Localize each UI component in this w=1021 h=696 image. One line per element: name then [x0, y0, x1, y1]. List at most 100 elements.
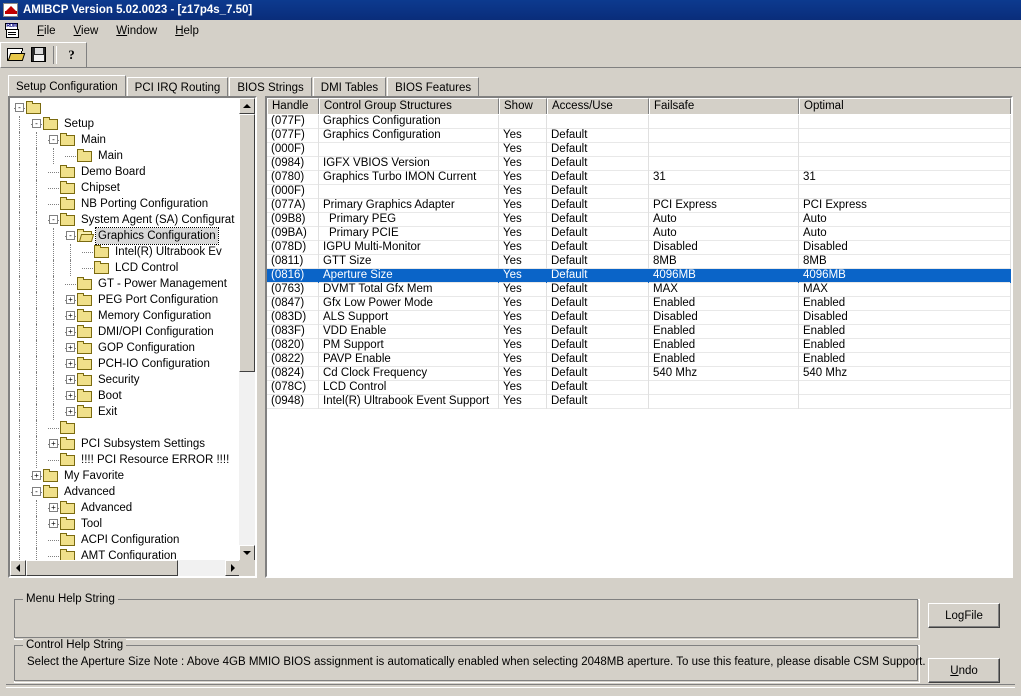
expand-icon[interactable]: +	[66, 311, 75, 320]
grid-column-header[interactable]: Control Group Structures	[319, 98, 499, 114]
tree-horizontal-scrollbar[interactable]	[10, 560, 241, 576]
tree-item[interactable]: LCD Control	[10, 260, 241, 276]
scroll-up-button[interactable]	[239, 98, 255, 114]
tree-item[interactable]: + DMI/OPI Configuration	[10, 324, 241, 340]
tree-item[interactable]: + My Favorite	[10, 468, 241, 484]
grid-column-header[interactable]: Failsafe	[649, 98, 799, 114]
tab-bios-features[interactable]: BIOS Features	[387, 77, 480, 96]
tree-item[interactable]: -	[10, 100, 241, 116]
logfile-button[interactable]: LogFile	[928, 603, 1000, 628]
tree-item[interactable]: + Advanced	[10, 500, 241, 516]
table-row[interactable]: (0824) Cd Clock Frequency Yes Default 540 Mh…	[267, 367, 1011, 381]
expand-icon[interactable]: +	[66, 359, 75, 368]
collapse-icon[interactable]: -	[49, 135, 58, 144]
grid-body[interactable]: (077F) Graphics Configuration (077F) Graphi…	[267, 115, 1011, 575]
tree-item[interactable]: - Graphics Configuration	[10, 227, 241, 245]
expand-icon[interactable]: +	[66, 407, 75, 416]
tree-item[interactable]: + PEG Port Configuration	[10, 292, 241, 308]
menu-view[interactable]: View	[65, 23, 108, 39]
collapse-icon[interactable]: -	[32, 119, 41, 128]
tree-item[interactable]: Intel(R) Ultrabook Ev	[10, 244, 241, 260]
table-row[interactable]: (000F) Yes Default	[267, 143, 1011, 157]
expand-icon[interactable]: +	[66, 343, 75, 352]
tree-item[interactable]: Main	[10, 148, 241, 164]
scroll-down-button[interactable]	[239, 545, 255, 561]
expand-icon[interactable]: +	[32, 471, 41, 480]
collapse-icon[interactable]: -	[66, 231, 75, 240]
tree-item[interactable]	[10, 420, 241, 436]
table-row[interactable]: (0816) Aperture Size Yes Default 4096MB 4096M…	[267, 269, 1011, 283]
tree-item[interactable]: - Setup	[10, 116, 241, 132]
table-row[interactable]: (083D) ALS Support Yes Default Disabled Disab…	[267, 311, 1011, 325]
tree-item[interactable]: Chipset	[10, 180, 241, 196]
tree-item[interactable]: + Boot	[10, 388, 241, 404]
tree-item[interactable]: + Tool	[10, 516, 241, 532]
grid-column-header[interactable]: Access/Use	[547, 98, 649, 114]
tree-item[interactable]: + Memory Configuration	[10, 308, 241, 324]
table-row[interactable]: (078D) IGPU Multi-Monitor Yes Default Disabl…	[267, 241, 1011, 255]
tree-item[interactable]: GT - Power Management	[10, 276, 241, 292]
table-row[interactable]: (077F) Graphics Configuration	[267, 115, 1011, 129]
table-row[interactable]: (078C) LCD Control Yes Default	[267, 381, 1011, 395]
tree-item[interactable]: ACPI Configuration	[10, 532, 241, 548]
table-row[interactable]: (083F) VDD Enable Yes Default Enabled Enabled	[267, 325, 1011, 339]
tree-connector	[36, 276, 37, 292]
tree-item-label: ACPI Configuration	[81, 534, 180, 546]
table-row[interactable]: (0984) IGFX VBIOS Version Yes Default	[267, 157, 1011, 171]
expand-icon[interactable]: +	[49, 503, 58, 512]
tab-bios-strings[interactable]: BIOS Strings	[229, 77, 312, 96]
expand-icon[interactable]: +	[66, 295, 75, 304]
grid-column-header[interactable]: Optimal	[799, 98, 1011, 114]
tree-item[interactable]: NB Porting Configuration	[10, 196, 241, 212]
menu-window[interactable]: Window	[107, 23, 166, 39]
tree-item[interactable]: + PCH-IO Configuration	[10, 356, 241, 372]
expand-icon[interactable]: +	[49, 519, 58, 528]
collapse-icon[interactable]: -	[49, 215, 58, 224]
table-row[interactable]: (09B8) Primary PEG Yes Default Auto Auto	[267, 213, 1011, 227]
undo-button[interactable]: Undo	[928, 658, 1000, 683]
table-row[interactable]: (0948) Intel(R) Ultrabook Event Support Ye…	[267, 395, 1011, 409]
chevron-left-icon	[16, 564, 20, 572]
table-row[interactable]: (0780) Graphics Turbo IMON Current Yes Defa…	[267, 171, 1011, 185]
scroll-left-button[interactable]	[10, 560, 26, 576]
table-row[interactable]: (077A) Primary Graphics Adapter Yes Default…	[267, 199, 1011, 213]
tab-setup-configuration[interactable]: Setup Configuration	[8, 75, 126, 96]
table-row[interactable]: (0820) PM Support Yes Default Enabled Enabled	[267, 339, 1011, 353]
expand-icon[interactable]: +	[49, 439, 58, 448]
tree-item[interactable]: + Exit	[10, 404, 241, 420]
expand-icon[interactable]: +	[66, 327, 75, 336]
table-row[interactable]: (0847) Gfx Low Power Mode Yes Default Enable…	[267, 297, 1011, 311]
tree-item[interactable]: + Security	[10, 372, 241, 388]
tree-item[interactable]: - Advanced	[10, 484, 241, 500]
menu-help[interactable]: Help	[166, 23, 208, 39]
tree-item[interactable]: Demo Board	[10, 164, 241, 180]
tree-hscroll-thumb[interactable]	[26, 560, 178, 576]
tree-item[interactable]: + GOP Configuration	[10, 340, 241, 356]
tree-item[interactable]: !!!! PCI Resource ERROR !!!!	[10, 452, 241, 468]
expand-icon[interactable]: +	[66, 375, 75, 384]
setup-tree[interactable]: - - Setup - Main Main Demo Board Chipset NB Port…	[10, 98, 241, 561]
table-row[interactable]: (09BA) Primary PCIE Yes Default Auto Auto	[267, 227, 1011, 241]
table-row[interactable]: (0811) GTT Size Yes Default 8MB 8MB	[267, 255, 1011, 269]
tree-scroll-thumb[interactable]	[239, 114, 255, 372]
tab-dmi-tables[interactable]: DMI Tables	[312, 77, 387, 96]
collapse-icon[interactable]: -	[15, 103, 24, 112]
table-cell-show: Yes	[499, 381, 547, 395]
grid-column-header[interactable]: Handle	[267, 98, 319, 114]
menu-file[interactable]: FFileile	[28, 23, 65, 39]
grid-column-header[interactable]: Show	[499, 98, 547, 114]
table-row[interactable]: (0822) PAVP Enable Yes Default Enabled Enable…	[267, 353, 1011, 367]
tree-item[interactable]: - Main	[10, 132, 241, 148]
table-row[interactable]: (0763) DVMT Total Gfx Mem Yes Default MAX MAX	[267, 283, 1011, 297]
table-row[interactable]: (000F) Yes Default	[267, 185, 1011, 199]
tree-vertical-scrollbar[interactable]	[239, 98, 255, 561]
table-row[interactable]: (077F) Graphics Configuration Yes Default	[267, 129, 1011, 143]
tree-item[interactable]: - System Agent (SA) Configurat	[10, 212, 241, 228]
expand-icon[interactable]: +	[66, 391, 75, 400]
save-button[interactable]	[27, 44, 50, 66]
collapse-icon[interactable]: -	[32, 487, 41, 496]
help-button[interactable]: ?	[60, 44, 83, 66]
open-button[interactable]	[4, 44, 27, 66]
tree-item[interactable]: + PCI Subsystem Settings	[10, 436, 241, 452]
tab-pci-irq-routing[interactable]: PCI IRQ Routing	[126, 77, 229, 96]
